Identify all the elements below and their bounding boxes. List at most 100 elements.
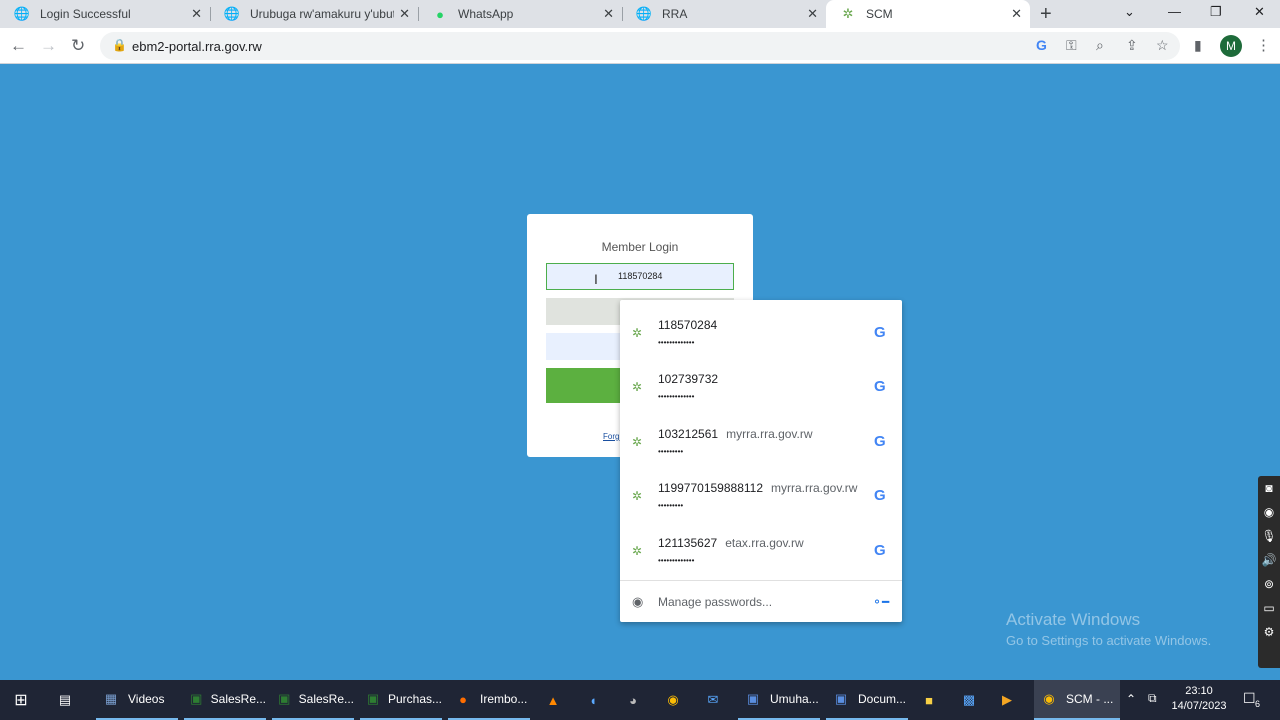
taskbar-item-salesre-1[interactable]: ▣ SalesRe... bbox=[184, 680, 266, 720]
scm-favicon-icon: ✲ bbox=[632, 326, 643, 340]
globe-icon: 🌐 bbox=[635, 6, 653, 21]
app-button[interactable]: ▩ bbox=[960, 680, 986, 720]
tab-urubuga[interactable]: 🌐 Urubuga rw'amakuru y'ubutaka ✕ bbox=[210, 0, 419, 28]
notification-icon[interactable]: ☐ bbox=[1243, 690, 1256, 707]
restore-icon[interactable]: ❐ bbox=[1210, 4, 1222, 20]
app-button[interactable]: ◕ bbox=[624, 680, 650, 720]
close-icon[interactable]: ✕ bbox=[399, 6, 410, 22]
tab-label: Urubuga rw'amakuru y'ubutaka bbox=[250, 7, 394, 21]
share-icon[interactable]: ⇪ bbox=[1126, 37, 1138, 54]
vlc-button[interactable]: ▲ bbox=[544, 680, 570, 720]
google-icon: G bbox=[874, 324, 886, 341]
tab-scm[interactable]: ✲ SCM ✕ bbox=[826, 0, 1030, 28]
speaker-icon[interactable]: 🔊 bbox=[1258, 548, 1280, 572]
key-icon[interactable]: ⚿ bbox=[1066, 37, 1077, 54]
chevron-up-icon[interactable]: ⌃ bbox=[1126, 692, 1136, 706]
window-close-icon[interactable]: ✕ bbox=[1254, 4, 1265, 20]
globe-icon: 🌐 bbox=[13, 6, 31, 21]
excel-icon: ▣ bbox=[366, 691, 380, 706]
close-icon[interactable]: ✕ bbox=[603, 6, 614, 22]
tab-label: Login Successful bbox=[40, 7, 131, 21]
word-icon: ▣ bbox=[746, 691, 760, 706]
taskbar-clock[interactable]: 23:10 14/07/2023 bbox=[1170, 684, 1228, 714]
taskbar-item-label: SCM - ... bbox=[1066, 692, 1114, 706]
app-button[interactable]: ▶ bbox=[998, 680, 1024, 720]
chevron-down-icon[interactable]: ⌄ bbox=[1124, 4, 1135, 20]
sticky-notes-button[interactable]: ■ bbox=[920, 680, 946, 720]
screen-recorder-panel: ◙ ◉ 🎙 🔊 ⊚ ▭ ⚙ bbox=[1258, 476, 1280, 668]
windows-logo-icon: ⊞ bbox=[14, 692, 28, 709]
tab-label: WhatsApp bbox=[458, 7, 514, 21]
reload-icon[interactable]: ↻ bbox=[71, 36, 85, 56]
scm-favicon-icon: ✲ bbox=[632, 489, 643, 503]
close-icon[interactable]: ✕ bbox=[1011, 6, 1022, 22]
taskbar-item-salesre-2[interactable]: ▣ SalesRe... bbox=[272, 680, 354, 720]
credential-username: 103212561 myrra.rra.gov.rw bbox=[658, 427, 813, 441]
list-item[interactable]: ✲ 121135627 etax.rra.gov.rw •••••••••••••… bbox=[620, 522, 902, 576]
taskbar-item-label: Videos bbox=[128, 692, 165, 706]
camera-icon[interactable]: ◙ bbox=[1258, 476, 1280, 500]
manage-passwords-link[interactable]: Manage passwords... bbox=[658, 595, 772, 609]
side-panel-icon[interactable]: ▮ bbox=[1194, 37, 1202, 54]
taskbar-item-label: SalesRe... bbox=[210, 692, 266, 706]
taskbar-item-videos[interactable]: ▦ Videos bbox=[96, 680, 178, 720]
task-view-button[interactable]: ▤ bbox=[56, 680, 82, 720]
tab-rra[interactable]: 🌐 RRA ✕ bbox=[622, 0, 826, 28]
google-translate-icon[interactable]: G bbox=[1036, 37, 1047, 53]
start-button[interactable]: ⊞ bbox=[12, 680, 38, 720]
tab-whatsapp[interactable]: ● WhatsApp ✕ bbox=[418, 0, 623, 28]
vlc-icon: ▲ bbox=[546, 692, 560, 708]
list-item[interactable]: ✲ 1199770159888112 myrra.rra.gov.rw •••••… bbox=[620, 467, 902, 521]
activate-windows-title: Activate Windows bbox=[1006, 610, 1141, 629]
username-text: 118570284 bbox=[658, 318, 718, 332]
tab-login-successful[interactable]: 🌐 Login Successful ✕ bbox=[0, 0, 211, 28]
outlook-button[interactable]: ✉ bbox=[704, 680, 730, 720]
taskbar-item-label: Purchas... bbox=[387, 692, 442, 706]
tab-label: RRA bbox=[662, 7, 688, 21]
zoom-icon[interactable]: ⌕ bbox=[1096, 37, 1104, 54]
firefox-icon: ● bbox=[459, 691, 467, 707]
credential-username: 102739732 bbox=[658, 372, 718, 386]
taskbar-item-irembo[interactable]: ● Irembo... bbox=[448, 680, 530, 720]
forward-arrow-icon[interactable]: → bbox=[40, 36, 57, 56]
network-icon[interactable]: ⧉ bbox=[1148, 691, 1157, 706]
close-icon[interactable]: ✕ bbox=[807, 6, 818, 22]
globe-icon: 🌐 bbox=[223, 6, 241, 21]
star-icon[interactable]: ☆ bbox=[1156, 37, 1169, 54]
minimize-icon[interactable]: — bbox=[1168, 4, 1181, 19]
forgot-password-link[interactable]: Forg bbox=[603, 432, 619, 441]
webcam-icon[interactable]: ⊚ bbox=[1258, 572, 1280, 596]
list-item[interactable]: ✲ 118570284 ••••••••••••• G bbox=[620, 304, 902, 358]
taskbar-item-purchas[interactable]: ▣ Purchas... bbox=[360, 680, 442, 720]
google-icon: G bbox=[874, 433, 886, 450]
browser-toolbar: ← → ↻ 🔒 ebm2-portal.rra.gov.rw G ⚿ ⌕ ⇪ ☆… bbox=[0, 28, 1280, 64]
activate-windows-subtitle: Go to Settings to activate Windows. bbox=[1006, 633, 1212, 648]
divider bbox=[620, 580, 902, 581]
lock-icon[interactable]: 🔒 bbox=[112, 38, 127, 52]
google-icon: G bbox=[874, 487, 886, 504]
taskbar-item-umuha[interactable]: ▣ Umuha... bbox=[738, 680, 820, 720]
taskbar-item-docum[interactable]: ▣ Docum... bbox=[826, 680, 908, 720]
excel-icon: ▣ bbox=[190, 691, 203, 706]
password-mask: ••••••••••••• bbox=[658, 556, 695, 565]
close-icon[interactable]: ✕ bbox=[191, 6, 202, 22]
google-icon: G bbox=[874, 378, 886, 395]
avatar[interactable]: M bbox=[1220, 35, 1242, 57]
menu-icon[interactable]: ⋮ bbox=[1256, 36, 1271, 54]
gear-icon[interactable]: ⚙ bbox=[1258, 620, 1280, 644]
scm-favicon-icon: ✲ bbox=[632, 544, 643, 558]
microphone-icon[interactable]: 🎙 bbox=[1258, 524, 1280, 548]
list-item[interactable]: ✲ 103212561 myrra.rra.gov.rw ••••••••• G bbox=[620, 413, 902, 467]
record-icon[interactable]: ◉ bbox=[1258, 500, 1280, 524]
google-icon: G bbox=[874, 542, 886, 559]
app-button[interactable]: ◖ bbox=[584, 680, 610, 720]
back-arrow-icon[interactable]: ← bbox=[10, 36, 27, 56]
credential-site: myrra.rra.gov.rw bbox=[771, 481, 858, 495]
taskbar-item-scm[interactable]: ◉ SCM - ... bbox=[1034, 680, 1120, 720]
chrome-button[interactable]: ◉ bbox=[664, 680, 690, 720]
username-input[interactable]: 118570284 bbox=[546, 263, 734, 290]
new-tab-icon[interactable]: + bbox=[1040, 3, 1052, 26]
address-bar[interactable]: 🔒 ebm2-portal.rra.gov.rw bbox=[100, 32, 1180, 60]
screen-icon[interactable]: ▭ bbox=[1258, 596, 1280, 620]
list-item[interactable]: ✲ 102739732 ••••••••••••• G bbox=[620, 358, 902, 412]
